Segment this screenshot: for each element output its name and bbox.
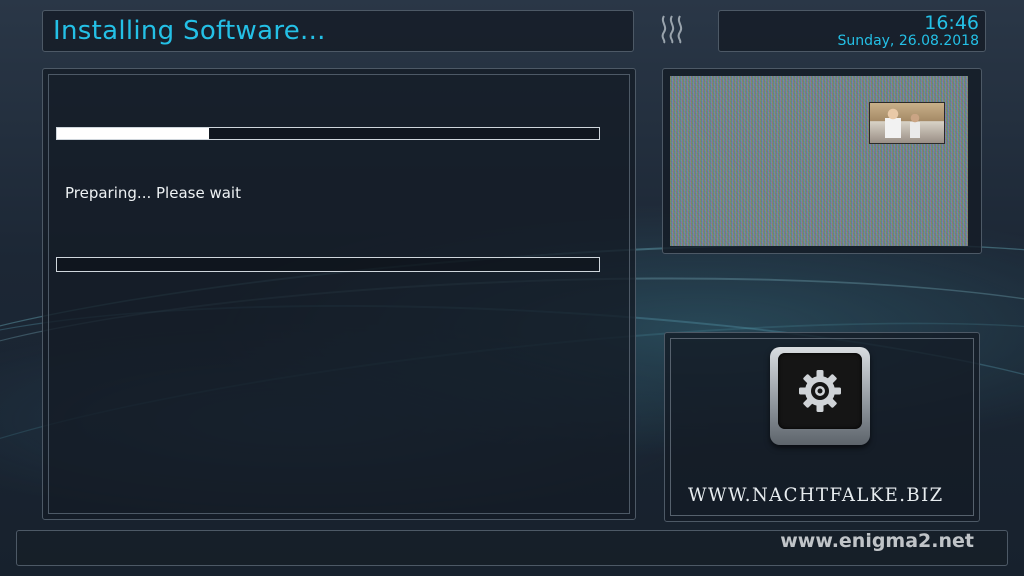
status-text: Preparing... Please wait: [65, 184, 241, 202]
gear-icon: [799, 370, 841, 412]
install-panel-inner: [48, 74, 630, 514]
brand-text: WWW.NACHTFALKE.BIZ: [688, 484, 944, 506]
clock-panel: 16:46 Sunday, 26.08.2018: [718, 10, 986, 52]
secondary-progress-bar: [56, 257, 600, 272]
settings-tile-face: [778, 353, 862, 429]
settings-tile: [770, 347, 870, 445]
pip-person: [885, 108, 901, 138]
install-progress-fill: [57, 128, 209, 139]
watermark-text: www.enigma2.net: [780, 530, 974, 552]
clock-date: Sunday, 26.08.2018: [837, 33, 979, 49]
pip-person: [910, 114, 920, 138]
clock-time: 16:46: [924, 12, 979, 34]
pip-thumbnail: [869, 102, 945, 144]
wave-lines-icon: [661, 15, 683, 44]
title-bar: Installing Software...: [42, 10, 634, 52]
page-title: Installing Software...: [53, 16, 326, 46]
install-progress-bar: [56, 127, 600, 140]
